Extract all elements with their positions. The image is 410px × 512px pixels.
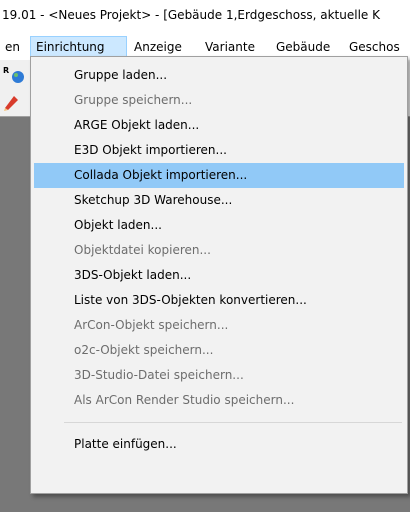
menu-option-arge-objekt-laden[interactable]: ARGE Objekt laden...: [34, 113, 404, 138]
menu-item-gebaeude[interactable]: Gebäude: [271, 36, 335, 58]
pencil-icon[interactable]: [2, 92, 22, 112]
menu-option-3ds-objekte-konvertieren[interactable]: Liste von 3DS-Objekten konvertieren...: [34, 288, 404, 313]
menu-item-einrichtung[interactable]: Einrichtung: [30, 36, 127, 58]
app-r-icon[interactable]: R: [3, 64, 25, 84]
menu-option-arcon-objekt-speichern: ArCon-Objekt speichern...: [74, 318, 229, 332]
menu-bar: en Einrichtung Anzeige Variante Gebäude …: [0, 36, 410, 58]
menu-item-anzeige[interactable]: Anzeige: [129, 36, 187, 58]
menu-option-sketchup-3d-warehouse[interactable]: Sketchup 3D Warehouse...: [34, 188, 404, 213]
menu-item-previous[interactable]: en: [0, 36, 25, 58]
menu-option-collada-objekt-importieren[interactable]: Collada Objekt importieren...: [34, 163, 404, 188]
menu-option-objektdatei-kopieren: Objektdatei kopieren...: [74, 243, 211, 257]
svg-text:R: R: [3, 66, 9, 75]
einrichtung-dropdown-menu: Gruppe laden... Gruppe speichern... ARGE…: [30, 56, 408, 494]
menu-option-o2c-objekt-speichern: o2c-Objekt speichern...: [74, 343, 214, 357]
menu-option-platte-einfuegen[interactable]: Platte einfügen...: [34, 432, 404, 457]
menu-option-e3d-objekt-importieren[interactable]: E3D Objekt importieren...: [34, 138, 404, 163]
menu-option-arcon-render-studio-speichern: Als ArCon Render Studio speichern...: [74, 393, 295, 407]
menu-option-objekt-laden[interactable]: Objekt laden...: [34, 213, 404, 238]
menu-option-3d-studio-datei-speichern: 3D-Studio-Datei speichern...: [74, 368, 244, 382]
menu-item-variante[interactable]: Variante: [200, 36, 260, 58]
menu-option-3ds-objekt-laden[interactable]: 3DS-Objekt laden...: [34, 263, 404, 288]
application-window: 19.01 - <Neues Projekt> - [Gebäude 1,Erd…: [0, 0, 410, 512]
menu-option-gruppe-laden[interactable]: Gruppe laden...: [34, 63, 404, 88]
menu-separator: [64, 422, 402, 423]
window-title: 19.01 - <Neues Projekt> - [Gebäude 1,Erd…: [0, 0, 410, 30]
menu-option-gruppe-speichern: Gruppe speichern...: [74, 93, 193, 107]
menu-item-geschoss[interactable]: Geschos: [344, 36, 405, 58]
